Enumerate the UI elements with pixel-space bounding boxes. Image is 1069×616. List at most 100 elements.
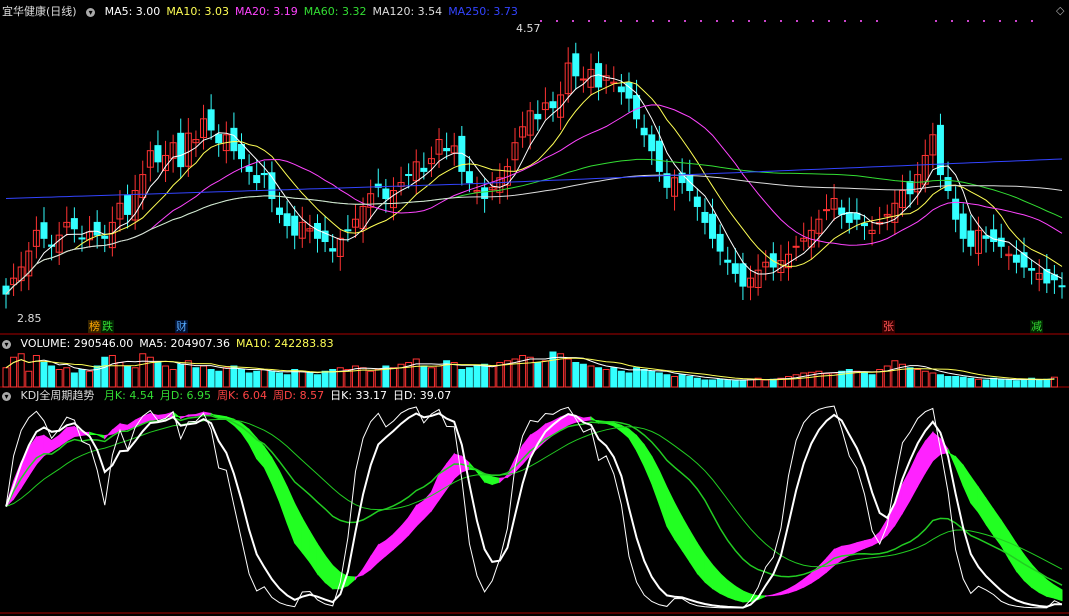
event-tag-bang[interactable]: 榜	[88, 320, 101, 333]
volume-bar	[762, 379, 770, 388]
weekly-kdj-band	[863, 538, 873, 550]
candle-body	[283, 213, 291, 227]
candle-body	[177, 132, 185, 168]
volume-label-0: VOLUME: 290546.00	[20, 337, 134, 350]
candle-body	[655, 140, 663, 172]
weekly-kdj-band	[985, 496, 995, 538]
top-marker	[780, 20, 782, 22]
weekly-kdj-band	[1023, 553, 1033, 589]
top-marker	[764, 20, 766, 22]
top-marker	[876, 20, 878, 22]
ma120-line	[5, 174, 1063, 295]
volume-bar	[70, 372, 78, 388]
volume-bar	[108, 355, 116, 388]
candle-body	[344, 229, 352, 232]
event-tag-jian[interactable]: 减	[1030, 320, 1043, 333]
volume-bar	[101, 356, 109, 388]
volume-bar	[488, 365, 496, 388]
ma-label-1: MA10: 3.03	[166, 5, 230, 18]
volume-bar	[2, 367, 10, 388]
candle-body	[617, 86, 625, 93]
volume-bar	[959, 376, 967, 388]
weekly-kdj-band	[324, 554, 334, 590]
candle-body	[822, 209, 830, 212]
volume-bar	[936, 374, 944, 388]
volume-settings-icon[interactable]: ▾	[2, 339, 11, 349]
candle-body	[853, 212, 861, 220]
weekly-kdj-band	[203, 411, 212, 416]
high-price-label: 4.57	[516, 22, 541, 35]
volume-bar	[86, 370, 94, 388]
ma-label-0: MA5: 3.00	[104, 5, 161, 18]
top-marker	[983, 20, 985, 22]
top-marker	[796, 20, 798, 22]
candle-body	[640, 127, 648, 136]
candle-body	[572, 53, 580, 77]
candle-body	[40, 222, 48, 239]
candle-body	[230, 127, 238, 152]
volume-bar	[465, 367, 473, 388]
volume-bar	[648, 370, 656, 388]
volume-bar	[306, 372, 314, 388]
volume-bar	[412, 358, 420, 388]
volume-bar	[655, 372, 663, 388]
ma20-line	[5, 104, 1063, 295]
weekly-kdj-band	[408, 504, 417, 537]
volume-bar	[177, 363, 185, 388]
weekly-kdj-band	[795, 578, 805, 592]
candle-body	[207, 109, 215, 131]
diamond-icon[interactable]: ◇	[1055, 4, 1065, 17]
weekly-kdj-band	[742, 590, 752, 603]
candle-body	[906, 180, 914, 195]
volume-bar	[389, 367, 397, 388]
top-marker	[716, 20, 718, 22]
volume-bar	[747, 378, 755, 388]
weekly-kdj-band	[385, 533, 394, 557]
ma5-line	[5, 74, 1063, 295]
volume-bar	[595, 367, 603, 388]
candle-body	[275, 207, 283, 215]
volume-bar	[17, 353, 25, 388]
candle-body	[944, 177, 952, 192]
volume-bar	[473, 365, 481, 388]
volume-bar	[891, 360, 899, 388]
event-tag-zhang[interactable]: 张	[882, 320, 895, 333]
volume-bar	[25, 370, 33, 388]
stock-chart[interactable]	[0, 0, 1069, 616]
volume-bar	[633, 367, 641, 388]
weekly-kdj-band	[1053, 584, 1063, 602]
volume-bar	[724, 379, 732, 388]
volume-bar	[1005, 379, 1013, 388]
candle-body	[860, 222, 868, 227]
weekly-kdj-band	[582, 416, 592, 422]
volume-bar	[139, 353, 147, 388]
candle-body	[792, 245, 800, 248]
volume-bar	[800, 372, 808, 388]
top-marker	[700, 20, 702, 22]
volume-bar	[344, 369, 352, 388]
weekly-kdj-band	[909, 453, 919, 501]
event-tag-die[interactable]: 跌	[101, 320, 114, 333]
candle-body	[443, 147, 451, 152]
volume-bar	[921, 370, 929, 388]
weekly-kdj-band	[643, 443, 653, 484]
volume-bar	[982, 379, 990, 388]
volume-bar	[260, 369, 268, 388]
event-tag-cai[interactable]: 财	[175, 320, 188, 333]
weekly-kdj-band	[924, 431, 934, 475]
weekly-kdj-band	[993, 507, 1002, 548]
volume-bar	[268, 370, 276, 388]
volume-bar	[709, 379, 717, 388]
volume-bar	[944, 376, 952, 388]
candle-body	[101, 235, 109, 239]
volume-bar	[245, 372, 253, 388]
volume-bar	[154, 362, 162, 388]
volume-ma10	[5, 357, 1055, 381]
settings-circle-icon[interactable]: ▾	[86, 7, 96, 17]
volume-bar	[914, 369, 922, 388]
candle-body	[238, 143, 246, 160]
volume-bar	[671, 376, 679, 388]
candle-body	[701, 211, 709, 223]
volume-bar	[63, 367, 71, 388]
kdj-settings-icon[interactable]: ▾	[2, 391, 11, 401]
